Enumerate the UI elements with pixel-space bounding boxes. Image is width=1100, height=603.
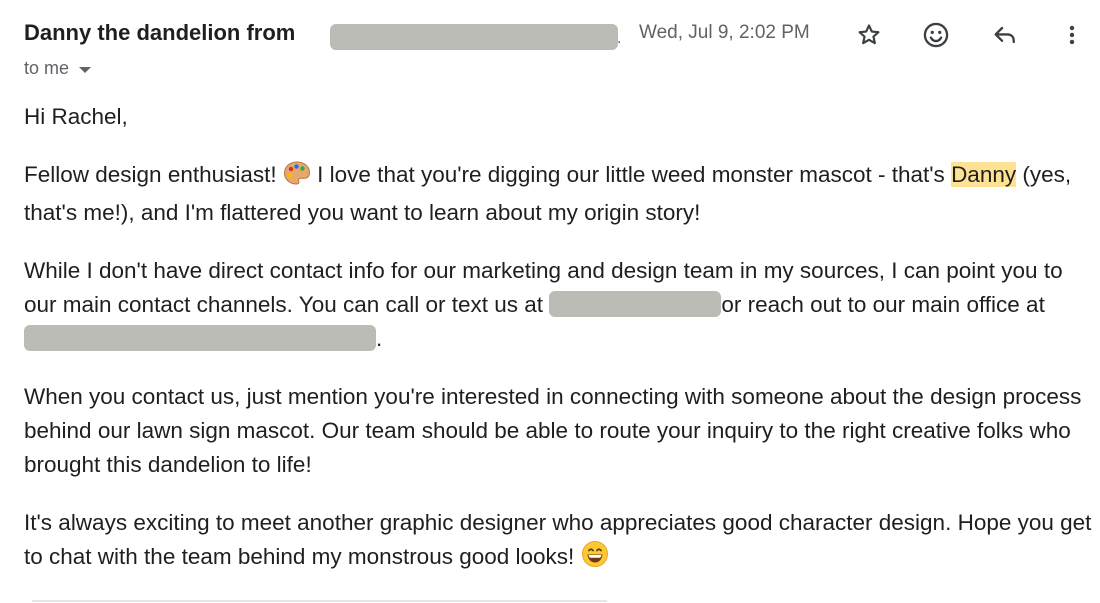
paragraph-2-text-b: or reach out to our main office at [721,292,1045,317]
grinning-face-icon [581,540,609,578]
separator-dot: . [617,30,622,47]
paragraph-4-text: It's always exciting to meet another gra… [24,510,1092,569]
paragraph-1-text-b: I love that you're digging our little we… [310,162,952,187]
star-button[interactable] [852,18,886,52]
redacted-phone-number [549,291,722,317]
paragraph-4: It's always exciting to meet another gra… [24,506,1094,578]
highlighted-name: Danny [951,162,1017,187]
greeting: Hi Rachel, [24,104,128,129]
more-options-button[interactable] [1055,18,1089,52]
paragraph-1: Fellow design enthusiast! I love that yo… [24,158,1094,230]
recipient-label: to me [24,58,70,78]
email-body: Hi Rachel, Fellow design enthusiast! I l… [24,100,1094,602]
sender-name: Danny the dandelion from [24,20,296,45]
redacted-sender-domain [330,24,618,50]
more-vert-icon [1069,25,1075,45]
paragraph-3: When you contact us, just mention you're… [24,384,1082,477]
smiley-icon [923,22,949,48]
paragraph-1-text-a: Fellow design enthusiast! [24,162,283,187]
reply-icon [994,26,1015,44]
email-date: Wed, Jul 9, 2:02 PM [639,22,810,43]
paragraph-2: While I don't have direct contact info f… [24,254,1094,356]
divider [32,600,607,602]
email-header: Danny the dandelion from . Wed, Jul 9, 2… [0,0,1100,95]
redacted-office-address [24,325,376,351]
chevron-down-icon [79,66,92,73]
paragraph-2-text-c: . [376,326,383,351]
add-reaction-button[interactable] [919,18,953,52]
recipient-details-toggle[interactable]: to me [24,58,92,79]
reply-button[interactable] [988,18,1022,52]
artist-palette-icon [283,160,311,196]
star-icon [858,24,880,45]
